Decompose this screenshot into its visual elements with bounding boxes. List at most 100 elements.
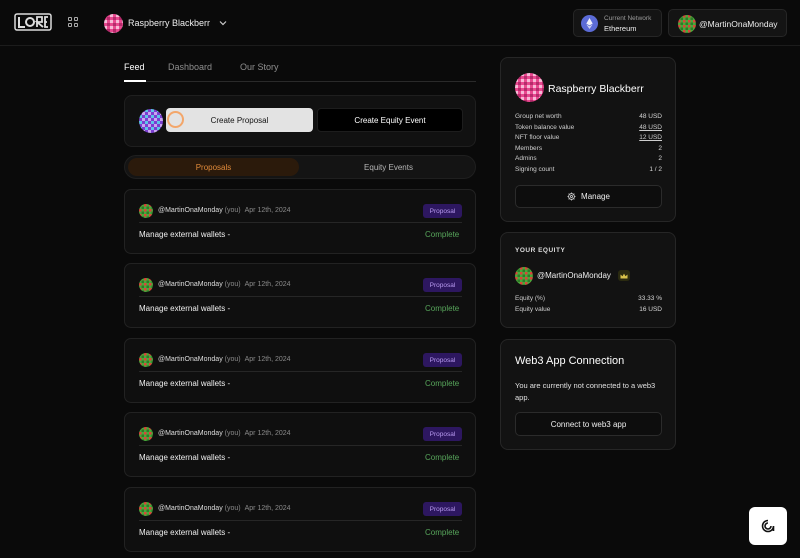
author-avatar xyxy=(139,353,153,367)
network-label: Current Network xyxy=(604,15,652,22)
loading-ring-icon xyxy=(167,111,184,128)
logo-icon[interactable] xyxy=(14,12,52,32)
group-avatar-large xyxy=(515,73,544,102)
proposal-card[interactable]: @MartinOnaMonday (you) Apr 12th, 2024 Pro… xyxy=(124,338,476,403)
stat-value-link[interactable]: 48 USD xyxy=(639,124,662,135)
author-name: @MartinOnaMonday xyxy=(158,281,223,288)
group-selector[interactable]: Raspberry Blackberr xyxy=(104,13,227,33)
user-avatar xyxy=(678,15,696,33)
proposal-card[interactable]: @MartinOnaMonday (you) Apr 12th, 2024 Pro… xyxy=(124,189,476,254)
tab-feed[interactable]: Feed xyxy=(124,62,145,72)
stat-value: 2 xyxy=(658,155,662,162)
you-label: (you) xyxy=(224,281,241,288)
card-divider xyxy=(139,222,462,223)
proposal-badge: Proposal xyxy=(423,204,462,218)
proposal-status: Complete xyxy=(425,379,460,388)
group-avatar-small xyxy=(139,109,163,133)
network-value: Ethereum xyxy=(604,24,637,33)
apps-grid-icon[interactable] xyxy=(68,17,78,27)
proposal-meta: @MartinOnaMonday (you) Apr 12th, 2024 xyxy=(158,356,291,363)
proposal-badge: Proposal xyxy=(423,502,462,516)
proposal-title: Manage external wallets - xyxy=(139,453,231,462)
network-indicator[interactable]: Current Network Ethereum xyxy=(573,9,662,37)
stat-value: 33.33 % xyxy=(638,295,662,302)
feed-filter-toggle: Proposals Equity Events xyxy=(124,155,476,179)
stat-label: Members xyxy=(515,144,543,152)
your-equity-card: YOUR EQUITY @MartinOnaMonday Equity (%) 3… xyxy=(500,232,676,328)
author-name: @MartinOnaMonday xyxy=(158,505,223,512)
stat-label: Equity value xyxy=(515,305,551,313)
create-actions-card: Create Proposal Create Equity Event xyxy=(124,95,476,147)
top-bar: Raspberry Blackberr Current Network Ethe… xyxy=(0,0,800,46)
proposal-title: Manage external wallets - xyxy=(139,379,231,388)
proposal-meta: @MartinOnaMonday (you) Apr 12th, 2024 xyxy=(158,430,291,437)
create-proposal-button[interactable]: Create Proposal xyxy=(166,108,313,132)
chat-icon xyxy=(761,519,775,533)
card-divider xyxy=(139,296,462,297)
proposal-badge: Proposal xyxy=(423,278,462,292)
stat-row: Admins 2 xyxy=(515,155,662,166)
stat-value: 48 USD xyxy=(639,113,662,120)
card-divider xyxy=(139,520,462,521)
equity-heading: YOUR EQUITY xyxy=(515,247,566,254)
stat-value: 1 / 2 xyxy=(649,165,662,173)
stat-row: Equity value 16 USD xyxy=(515,306,662,317)
card-divider xyxy=(139,371,462,372)
equity-user-name: @MartinOnaMonday xyxy=(537,271,611,280)
you-label: (you) xyxy=(224,505,241,512)
help-chat-button[interactable] xyxy=(749,507,787,545)
chevron-down-icon xyxy=(219,21,227,26)
web3-connection-card: Web3 App Connection You are currently no… xyxy=(500,339,676,450)
you-label: (you) xyxy=(224,430,241,437)
tab-our-story[interactable]: Our Story xyxy=(240,62,279,72)
manage-label: Manage xyxy=(581,192,610,201)
proposal-meta: @MartinOnaMonday (you) Apr 12th, 2024 xyxy=(158,505,291,512)
user-menu[interactable]: @MartinOnaMonday xyxy=(668,9,787,37)
proposal-card[interactable]: @MartinOnaMonday (you) Apr 12th, 2024 Pro… xyxy=(124,263,476,328)
card-divider xyxy=(139,445,462,446)
author-avatar xyxy=(139,204,153,218)
create-proposal-label: Create Proposal xyxy=(210,115,269,125)
stat-row: Equity (%) 33.33 % xyxy=(515,295,662,306)
group-stats: Group net worth 48 USD Token balance valu… xyxy=(515,113,662,176)
you-label: (you) xyxy=(224,207,241,214)
author-avatar xyxy=(139,278,153,292)
proposal-status: Complete xyxy=(425,453,460,462)
manage-button[interactable]: Manage xyxy=(515,185,662,208)
create-equity-event-button[interactable]: Create Equity Event xyxy=(317,108,463,132)
group-avatar xyxy=(104,13,123,33)
proposal-title: Manage external wallets - xyxy=(139,304,231,313)
stat-row: Members 2 xyxy=(515,145,662,156)
author-avatar xyxy=(139,427,153,441)
proposal-date: Apr 12th, 2024 xyxy=(244,505,291,512)
proposal-date: Apr 12th, 2024 xyxy=(244,356,291,363)
stat-label: Signing count xyxy=(515,165,555,173)
stat-label: NFT floor value xyxy=(515,134,560,141)
stat-value: 16 USD xyxy=(639,305,662,313)
connect-web3-button[interactable]: Connect to web3 app xyxy=(515,412,662,436)
group-name: Raspberry Blackberr xyxy=(128,18,211,28)
tab-dashboard[interactable]: Dashboard xyxy=(168,62,212,72)
equity-stats: Equity (%) 33.33 % Equity value 16 USD xyxy=(515,295,662,316)
proposal-card[interactable]: @MartinOnaMonday (you) Apr 12th, 2024 Pro… xyxy=(124,412,476,477)
stat-row: NFT floor value 12 USD xyxy=(515,134,662,145)
proposal-badge: Proposal xyxy=(423,353,462,367)
author-name: @MartinOnaMonday xyxy=(158,430,223,437)
active-tab-indicator xyxy=(124,80,146,82)
stat-row: Signing count 1 / 2 xyxy=(515,166,662,177)
stat-label: Equity (%) xyxy=(515,295,545,302)
stat-label: Admins xyxy=(515,155,537,162)
segment-equity-events[interactable]: Equity Events xyxy=(303,158,474,176)
author-avatar xyxy=(139,502,153,516)
author-name: @MartinOnaMonday xyxy=(158,207,223,214)
proposal-badge: Proposal xyxy=(423,427,462,441)
proposal-status: Complete xyxy=(425,230,460,239)
group-summary-card: Raspberry Blackberr Group net worth 48 US… xyxy=(500,57,676,222)
author-name: @MartinOnaMonday xyxy=(158,356,223,363)
segment-proposals[interactable]: Proposals xyxy=(128,158,299,176)
proposal-meta: @MartinOnaMonday (you) Apr 12th, 2024 xyxy=(158,207,291,214)
proposal-meta: @MartinOnaMonday (you) Apr 12th, 2024 xyxy=(158,281,291,288)
proposal-card[interactable]: @MartinOnaMonday (you) Apr 12th, 2024 Pro… xyxy=(124,487,476,552)
stat-value-link[interactable]: 12 USD xyxy=(639,134,662,145)
gear-icon xyxy=(567,192,576,201)
